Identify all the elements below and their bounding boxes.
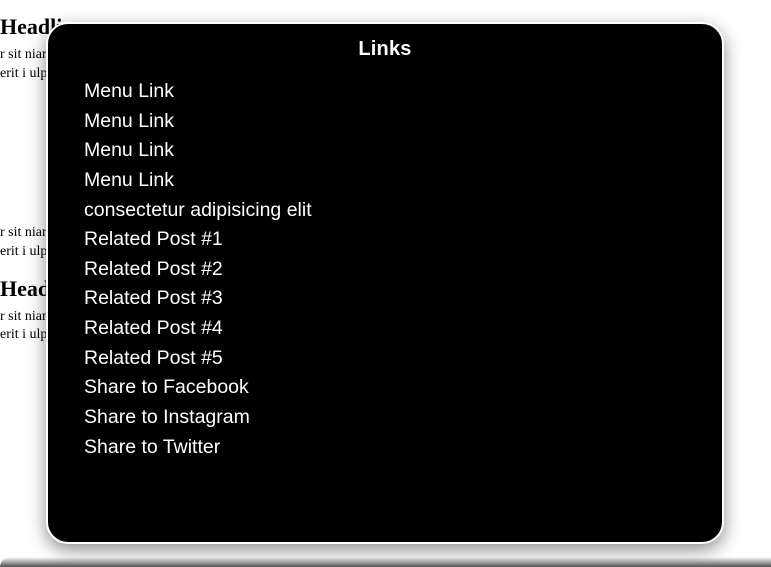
links-list: Menu Link Menu Link Menu Link Menu Link … [76, 77, 694, 462]
link-item-menu-2[interactable]: Menu Link [84, 107, 694, 137]
link-item-related-1[interactable]: Related Post #1 [84, 225, 694, 255]
link-item-menu-3[interactable]: Menu Link [84, 136, 694, 166]
links-modal: Links Menu Link Menu Link Menu Link Menu… [46, 22, 724, 544]
bottom-bar [0, 557, 771, 567]
link-item-related-2[interactable]: Related Post #2 [84, 255, 694, 285]
link-item-related-3[interactable]: Related Post #3 [84, 284, 694, 314]
link-item-related-5[interactable]: Related Post #5 [84, 344, 694, 374]
link-item-menu-1[interactable]: Menu Link [84, 77, 694, 107]
link-item-menu-4[interactable]: Menu Link [84, 166, 694, 196]
link-item-related-4[interactable]: Related Post #4 [84, 314, 694, 344]
link-item-consectetur[interactable]: consectetur adipisicing elit [84, 196, 694, 226]
link-item-share-twitter[interactable]: Share to Twitter [84, 433, 694, 463]
link-item-share-instagram[interactable]: Share to Instagram [84, 403, 694, 433]
link-item-share-facebook[interactable]: Share to Facebook [84, 373, 694, 403]
modal-title: Links [76, 38, 694, 61]
